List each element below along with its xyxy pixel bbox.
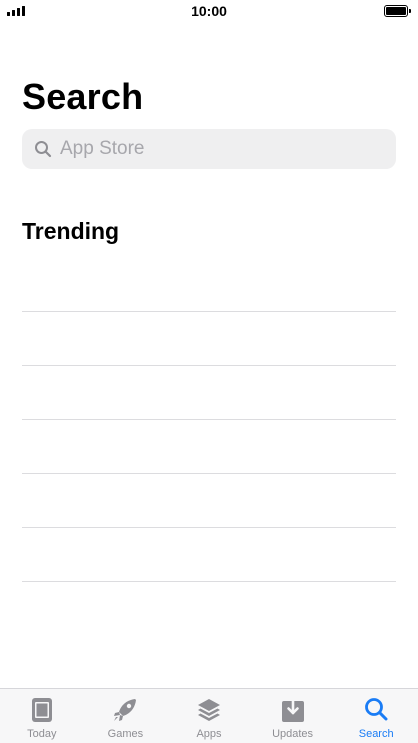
tab-apps-label: Apps [196,728,222,740]
search-field[interactable] [22,129,396,169]
search-icon [35,141,52,158]
tab-games-label: Games [107,728,144,740]
tab-apps[interactable]: Apps [167,689,251,743]
battery-icon [384,5,411,17]
today-icon [31,698,52,722]
trending-item[interactable] [22,528,396,582]
trending-item[interactable] [22,420,396,474]
tab-search[interactable]: Search [334,689,418,743]
tab-games[interactable]: Games [84,689,168,743]
tab-bar: Today Games Apps Updates Search [0,688,418,743]
tab-updates[interactable]: Updates [251,689,335,743]
trending-item[interactable] [22,582,396,636]
tab-today-label: Today [27,728,57,740]
status-bar: 10:00 [0,0,418,24]
trending-title: Trending [22,218,120,244]
search-input[interactable] [60,138,380,160]
trending-item[interactable] [22,258,396,312]
trending-item[interactable] [22,366,396,420]
search-icon [365,698,388,721]
tab-today[interactable]: Today [0,689,84,743]
trending-list [22,258,396,636]
tab-search-label: Search [358,728,394,740]
download-icon [281,696,304,722]
trending-item[interactable] [22,474,396,528]
trending-item[interactable] [22,312,396,366]
tab-updates-label: Updates [272,728,314,740]
layers-icon [197,699,220,721]
page-title: Search [22,76,144,117]
rocket-icon [114,699,137,721]
status-time: 10:00 [191,3,227,19]
